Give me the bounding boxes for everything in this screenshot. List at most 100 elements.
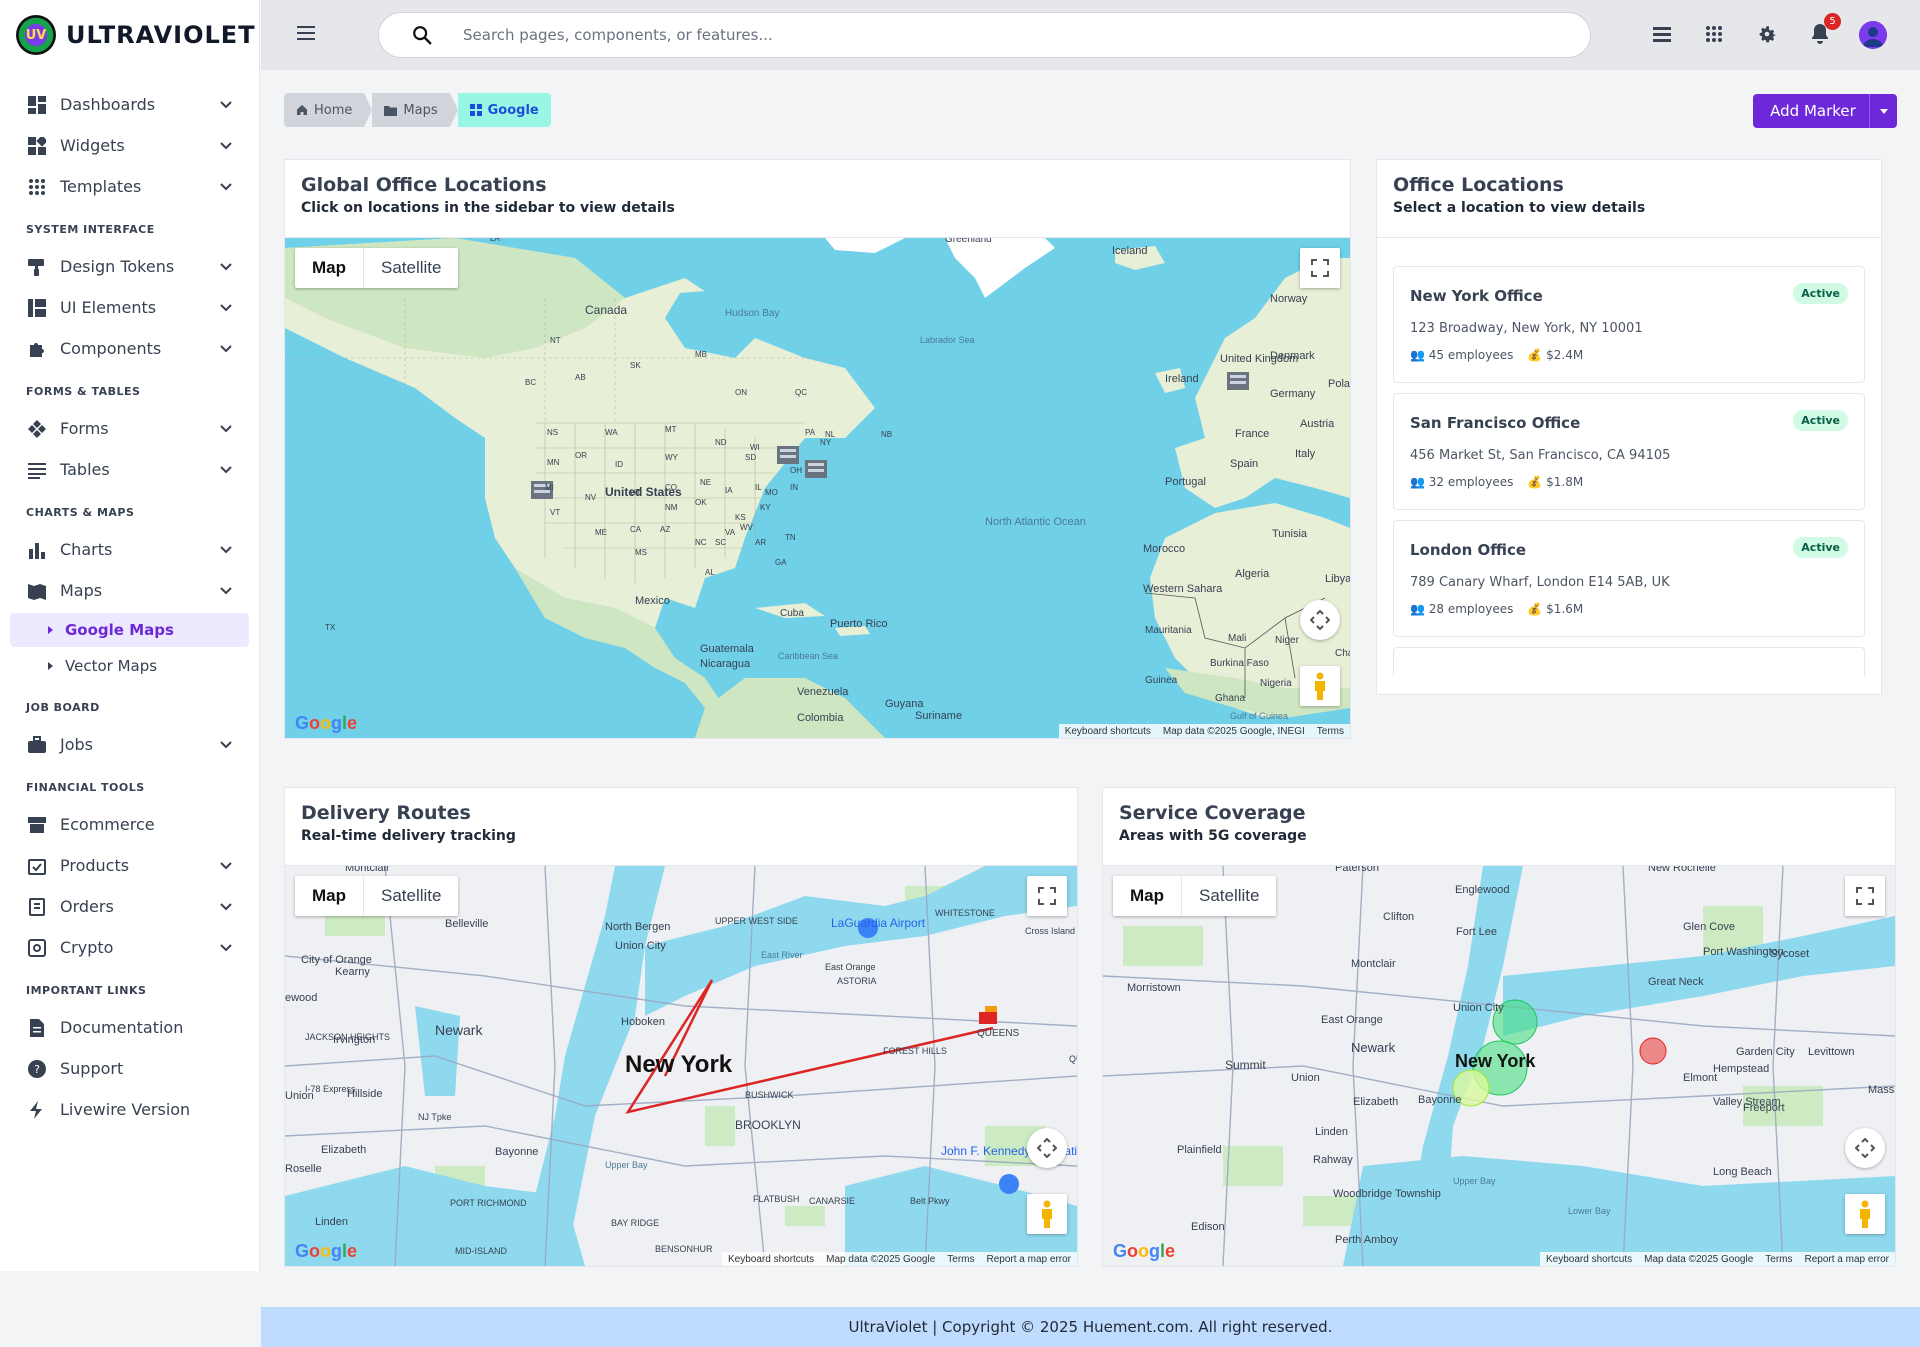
location-card-partial[interactable] [1393, 647, 1865, 676]
sidebar-item-components[interactable]: Components [10, 328, 249, 369]
sidebar-item-label: Livewire Version [60, 1100, 191, 1119]
menu-toggle-icon[interactable] [297, 26, 315, 40]
user-avatar[interactable] [1859, 21, 1887, 49]
layers-icon[interactable] [1650, 22, 1674, 46]
map-type-satellite-button[interactable]: Satellite [364, 248, 458, 288]
sidebar-item-widgets[interactable]: Widgets [10, 125, 249, 166]
sidebar-item-livewire-version[interactable]: Livewire Version [10, 1089, 249, 1130]
keyboard-shortcuts-link[interactable]: Keyboard shortcuts [1546, 1254, 1632, 1265]
chevron-down-icon[interactable] [219, 342, 233, 356]
chevron-down-icon[interactable] [219, 584, 233, 598]
map-place-label: ON [735, 388, 747, 397]
delivery-map[interactable]: Montclair Belleville North Bergen Union Cit… [285, 866, 1077, 1266]
terms-link[interactable]: Terms [1765, 1254, 1792, 1265]
camera-move-icon[interactable] [1845, 1128, 1885, 1168]
chevron-down-icon[interactable] [219, 859, 233, 873]
sidebar-item-dashboards[interactable]: Dashboards [10, 84, 249, 125]
map-place-label: Norway [1270, 293, 1308, 305]
map-place-label: Elizabeth [321, 1144, 367, 1156]
location-card[interactable]: London Office Active 789 Canary Wharf, Lon… [1393, 520, 1865, 637]
map-place-label: TN [785, 533, 796, 542]
chevron-down-icon[interactable] [219, 941, 233, 955]
fullscreen-icon[interactable] [1027, 876, 1067, 916]
map-place-label: Algeria [1235, 568, 1270, 580]
map-place-label: WV [740, 523, 753, 532]
keyboard-shortcuts-link[interactable]: Keyboard shortcuts [728, 1254, 814, 1265]
people-icon: 👥 [1410, 602, 1429, 616]
sidebar-item-charts[interactable]: Charts [10, 529, 249, 570]
street-view-pegman-icon[interactable] [1300, 666, 1340, 706]
map-place-label: LA [490, 238, 500, 243]
location-card[interactable]: New York Office Active 123 Broadway, New Y… [1393, 266, 1865, 383]
breadcrumb-maps[interactable]: Maps [372, 93, 450, 127]
report-error-link[interactable]: Report a map error [987, 1254, 1071, 1265]
map-type-map-button[interactable]: Map [295, 876, 364, 916]
map-place-label: Clifton [1383, 911, 1415, 923]
world-map-canvas [285, 238, 1350, 738]
search-input[interactable] [463, 26, 1463, 44]
terms-link[interactable]: Terms [1317, 726, 1344, 737]
map-place-label: WI [750, 443, 760, 452]
sidebar-item-products[interactable]: Products [10, 845, 249, 886]
sidebar-item-support[interactable]: ? Support [10, 1048, 249, 1089]
report-error-link[interactable]: Report a map error [1805, 1254, 1889, 1265]
settings-gear-icon[interactable] [1755, 22, 1779, 46]
coverage-map[interactable]: Paterson Englewood New Rochelle Clifton Fort… [1103, 866, 1895, 1266]
add-marker-dropdown-toggle[interactable] [1869, 94, 1897, 128]
add-marker-button[interactable]: Add Marker [1753, 94, 1897, 128]
map-place-label: ND [715, 438, 727, 447]
sidebar-subitem-google-maps[interactable]: Google Maps [10, 613, 249, 647]
sidebar-item-ecommerce[interactable]: Ecommerce [10, 804, 249, 845]
sidebar-item-ui-elements[interactable]: UI Elements [10, 287, 249, 328]
map-place-label: UT [630, 488, 641, 497]
sidebar-item-crypto[interactable]: Crypto [10, 927, 249, 968]
card-subtitle: Areas with 5G coverage [1119, 828, 1307, 844]
camera-move-icon[interactable] [1300, 600, 1340, 640]
sidebar-item-maps[interactable]: Maps [10, 570, 249, 611]
map-type-map-button[interactable]: Map [1113, 876, 1182, 916]
fullscreen-icon[interactable] [1300, 248, 1340, 288]
location-card[interactable]: San Francisco Office Active 456 Market St,… [1393, 393, 1865, 510]
camera-move-icon[interactable] [1027, 1128, 1067, 1168]
chevron-down-icon[interactable] [219, 422, 233, 436]
map-type-satellite-button[interactable]: Satellite [364, 876, 458, 916]
sidebar-subitem-vector-maps[interactable]: Vector Maps [10, 649, 249, 683]
sidebar-item-tables[interactable]: Tables [10, 449, 249, 490]
notification-bell-icon[interactable]: 5 [1808, 13, 1841, 46]
map-place-label: Newark [1351, 1040, 1396, 1055]
card-subtitle: Real-time delivery tracking [301, 828, 516, 844]
location-list[interactable]: New York Office Active 123 Broadway, New Y… [1377, 266, 1881, 676]
apps-grid-icon[interactable] [1702, 22, 1726, 46]
map-place-label: QC [795, 388, 807, 397]
breadcrumb-home[interactable]: Home [284, 93, 365, 127]
terms-link[interactable]: Terms [947, 1254, 974, 1265]
chevron-down-icon[interactable] [219, 180, 233, 194]
chevron-down-icon[interactable] [219, 301, 233, 315]
chevron-down-icon[interactable] [219, 139, 233, 153]
chevron-down-icon[interactable] [219, 543, 233, 557]
revenue-stat: 💰 $2.4M [1527, 348, 1584, 362]
chevron-down-icon[interactable] [219, 463, 233, 477]
chevron-down-icon[interactable] [219, 260, 233, 274]
world-map[interactable]: Canada Hudson Bay Labrador Sea Greenland Ice… [285, 238, 1350, 738]
chevron-down-icon[interactable] [219, 738, 233, 752]
map-type-map-button[interactable]: Map [295, 248, 364, 288]
sidebar-item-design-tokens[interactable]: Design Tokens [10, 246, 249, 287]
chevron-down-icon[interactable] [219, 98, 233, 112]
brand[interactable]: UV ULTRAVIOLET [0, 0, 259, 70]
location-address: 123 Broadway, New York, NY 10001 [1410, 321, 1643, 336]
fullscreen-icon[interactable] [1845, 876, 1885, 916]
map-type-satellite-button[interactable]: Satellite [1182, 876, 1276, 916]
sidebar-item-jobs[interactable]: Jobs [10, 724, 249, 765]
chevron-down-icon[interactable] [219, 900, 233, 914]
sidebar-item-forms[interactable]: Forms [10, 408, 249, 449]
keyboard-shortcuts-link[interactable]: Keyboard shortcuts [1065, 726, 1151, 737]
sidebar-item-documentation[interactable]: Documentation [10, 1007, 249, 1048]
map-place-label: Summit [1225, 1058, 1266, 1072]
search-bar[interactable] [378, 12, 1591, 58]
street-view-pegman-icon[interactable] [1027, 1194, 1067, 1234]
sidebar-item-templates[interactable]: Templates [10, 166, 249, 207]
street-view-pegman-icon[interactable] [1845, 1194, 1885, 1234]
money-bag-icon: 💰 [1527, 475, 1547, 489]
sidebar-item-orders[interactable]: Orders [10, 886, 249, 927]
